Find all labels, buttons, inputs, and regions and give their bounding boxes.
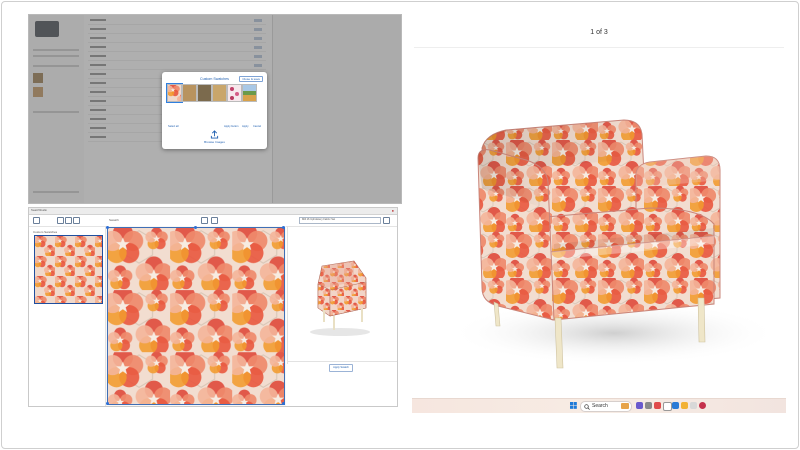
search-highlight-icon bbox=[621, 403, 629, 409]
page-indicator: 1 of 3 bbox=[590, 29, 608, 36]
custom-swatches-dialog: Custom Swatches Close & save Select all … bbox=[162, 72, 267, 149]
pattern-tile[interactable] bbox=[107, 227, 285, 405]
rendered-page bbox=[414, 47, 784, 406]
back-icon[interactable] bbox=[33, 217, 40, 224]
app-icon-7[interactable] bbox=[690, 402, 697, 409]
close-window-icon[interactable]: ● bbox=[392, 208, 394, 213]
resize-handle[interactable] bbox=[194, 226, 197, 229]
swatch-rose[interactable] bbox=[227, 84, 242, 102]
swatch-floral[interactable] bbox=[166, 83, 183, 103]
swatch-olive[interactable] bbox=[197, 84, 212, 102]
search-label: Search bbox=[592, 403, 608, 409]
windows-start-icon[interactable] bbox=[570, 402, 577, 409]
zoom-in-icon[interactable] bbox=[201, 217, 208, 224]
panel-label: Custom Swatches bbox=[33, 230, 58, 234]
windows-taskbar: Search bbox=[412, 398, 786, 413]
apply-link[interactable]: Apply bbox=[242, 125, 249, 128]
close-icon[interactable] bbox=[383, 217, 390, 224]
resize-handle[interactable] bbox=[106, 402, 109, 405]
taskbar-search[interactable]: Search bbox=[580, 401, 632, 412]
app-icon-1[interactable] bbox=[636, 402, 643, 409]
swatch-name-input[interactable]: Mill 16 Upholstery Fabric Set bbox=[299, 217, 381, 224]
armchair-render bbox=[449, 119, 779, 369]
toolbar-label: Swatch bbox=[109, 218, 119, 222]
divider bbox=[287, 361, 397, 362]
chair-preview-image bbox=[310, 260, 370, 336]
pattern-canvas[interactable] bbox=[106, 226, 286, 406]
zoom-out-icon[interactable] bbox=[211, 217, 218, 224]
swatch-editor-screenshot: SwatchStudio ● Swatch Mill 16 Upholstery… bbox=[28, 207, 398, 407]
floral-pattern-thumbnail bbox=[35, 236, 102, 303]
app-icon-8[interactable] bbox=[699, 402, 706, 409]
crop-icon[interactable] bbox=[73, 217, 80, 224]
upload-icon[interactable] bbox=[210, 130, 219, 139]
resize-handle[interactable] bbox=[282, 402, 285, 405]
undo-icon[interactable] bbox=[57, 217, 64, 224]
window-title: SwatchStudio bbox=[31, 209, 47, 212]
swatch-thumbnail[interactable] bbox=[34, 235, 103, 304]
swatch-tan[interactable] bbox=[182, 84, 197, 102]
pdf-viewer: 1 of 3 bbox=[412, 14, 786, 411]
swatch-landscape[interactable] bbox=[242, 84, 257, 102]
chair-preview bbox=[287, 226, 397, 364]
app-icon-4[interactable] bbox=[663, 402, 672, 411]
swatch-browser-screenshot: Custom Swatches Close & save Select all … bbox=[28, 14, 402, 204]
resize-handle[interactable] bbox=[106, 226, 109, 229]
select-all-link[interactable]: Select all bbox=[168, 125, 179, 128]
swatch-name-text: Mill 16 Upholstery Fabric Set bbox=[302, 218, 336, 221]
app-icon-5[interactable] bbox=[672, 402, 679, 409]
apply-swatch-button[interactable]: Apply Swatch bbox=[329, 364, 353, 372]
app-icon-2[interactable] bbox=[645, 402, 652, 409]
search-icon bbox=[584, 403, 590, 410]
close-button[interactable]: Close & save bbox=[239, 76, 263, 82]
floral-pattern-image bbox=[108, 228, 284, 404]
app-icon-6[interactable] bbox=[681, 402, 688, 409]
cancel-link[interactable]: Cancel bbox=[253, 125, 261, 128]
redo-icon[interactable] bbox=[65, 217, 72, 224]
swatch-gold[interactable] bbox=[212, 84, 227, 102]
resize-handle[interactable] bbox=[282, 226, 285, 229]
apply-button-link[interactable]: Apply button bbox=[224, 125, 238, 128]
browse-images-button[interactable]: Browse Images bbox=[162, 140, 267, 144]
app-icon-3[interactable] bbox=[654, 402, 661, 409]
